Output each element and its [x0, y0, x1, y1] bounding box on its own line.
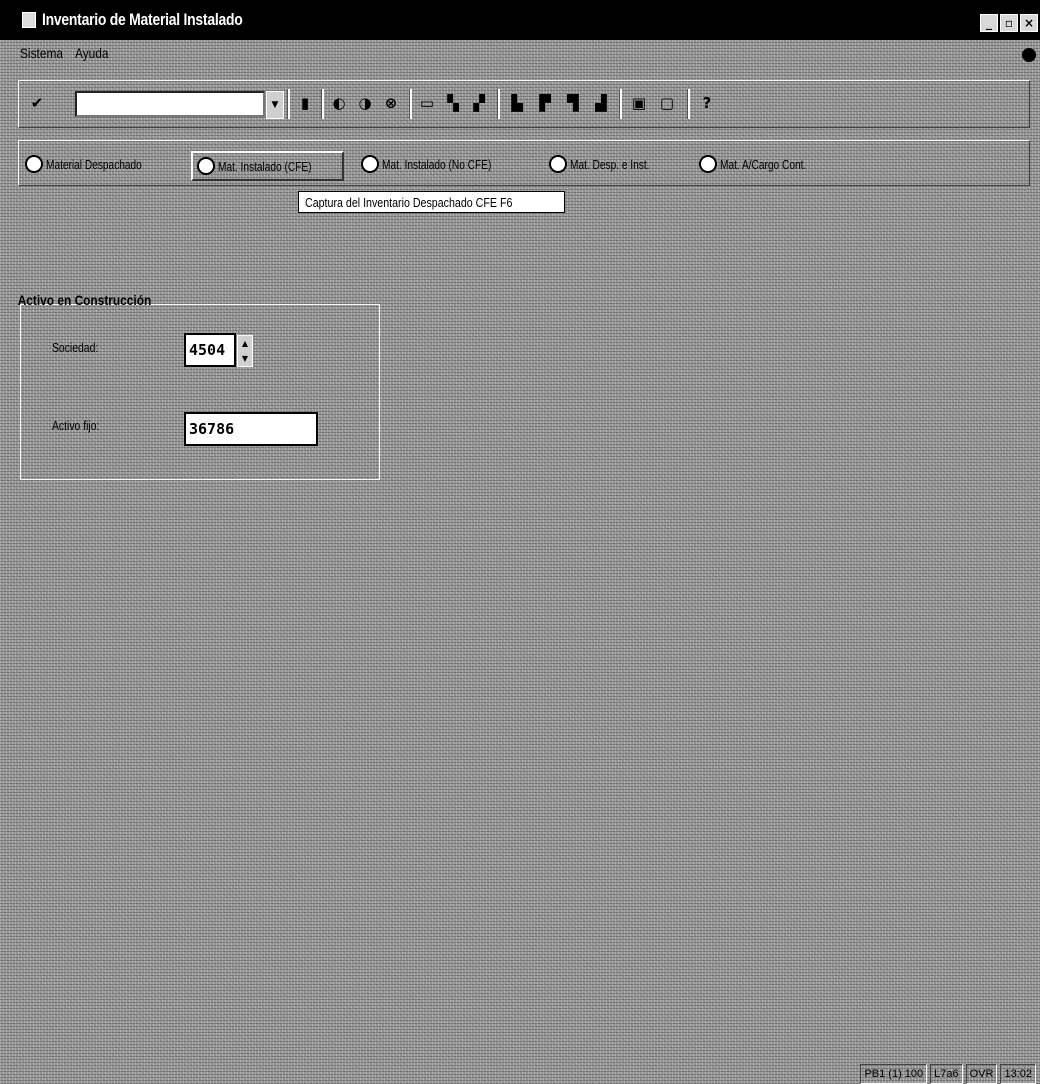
- sap-status-icon[interactable]: [1022, 48, 1036, 62]
- status-time: 13:02: [1000, 1064, 1036, 1084]
- toolbar-separator: [321, 89, 324, 119]
- find-icon[interactable]: ▚: [443, 93, 463, 113]
- next-page-icon[interactable]: ▜: [563, 93, 583, 113]
- activo-en-construccion-group: [20, 304, 380, 480]
- tab-mat-desp-e-inst[interactable]: Mat. Desp. e Inst.: [549, 151, 672, 177]
- maximize-icon[interactable]: ▫: [1000, 14, 1018, 32]
- shortcut-icon[interactable]: ▢: [657, 93, 677, 113]
- clock-icon: [549, 155, 567, 173]
- application-toolbar: Material Despachado Mat. Instalado (CFE)…: [18, 140, 1030, 186]
- command-field[interactable]: [75, 91, 265, 117]
- previous-page-icon[interactable]: ▛: [535, 93, 555, 113]
- toolbar-separator: [687, 89, 690, 119]
- tab-label: Mat. Instalado (No CFE): [382, 156, 492, 172]
- standard-toolbar: ✔ ▼ ▮ ◐ ◑ ⊗ ▭ ▚ ▞ ▙ ▛ ▜ ▟ ▣ ▢ ?: [18, 80, 1030, 128]
- clock-icon: [699, 155, 717, 173]
- activo-fijo-field[interactable]: 36786: [184, 412, 318, 446]
- status-server: L7a6: [930, 1064, 963, 1084]
- sociedad-search-help-icon[interactable]: ▲ ▼: [237, 335, 253, 367]
- activo-fijo-label: Activo fijo:: [52, 418, 100, 433]
- minimize-icon[interactable]: _: [980, 14, 998, 32]
- tab-material-despachado[interactable]: Material Despachado: [25, 151, 169, 177]
- clock-icon: [197, 157, 215, 175]
- exit-icon[interactable]: ◑: [355, 93, 375, 113]
- toolbar-separator: [497, 89, 500, 119]
- cancel-icon[interactable]: ⊗: [381, 93, 401, 113]
- tab-mat-a-cargo-cont[interactable]: Mat. A/Cargo Cont.: [699, 151, 831, 177]
- clock-icon: [25, 155, 43, 173]
- window-title: Inventario de Material Instalado: [42, 10, 243, 29]
- status-bar: PB1 (1) 100 L7a6 OVR 13:02: [0, 1058, 1040, 1084]
- last-page-icon[interactable]: ▟: [591, 93, 611, 113]
- title-bar: Inventario de Material Instalado _ ▫ ×: [0, 0, 1040, 40]
- status-mode: OVR: [965, 1064, 998, 1084]
- enter-checkmark-icon[interactable]: ✔: [27, 93, 47, 113]
- print-icon[interactable]: ▭: [417, 93, 437, 113]
- first-page-icon[interactable]: ▙: [507, 93, 527, 113]
- tab-label: Mat. A/Cargo Cont.: [720, 156, 807, 172]
- save-icon[interactable]: ▮: [295, 93, 315, 113]
- menu-bar: Sistema Ayuda: [0, 42, 1040, 64]
- tab-label: Mat. Instalado (CFE): [218, 158, 312, 174]
- app-icon[interactable]: [22, 12, 36, 28]
- group-title: Activo en Construcción: [17, 292, 152, 308]
- toolbar-separator: [409, 89, 412, 119]
- clock-icon: [361, 155, 379, 173]
- tooltip-text: Captura del Inventario Despachado CFE F6: [305, 194, 513, 210]
- back-icon[interactable]: ◐: [329, 93, 349, 113]
- window-controls: _ ▫ ×: [980, 14, 1038, 32]
- command-field-dropdown-icon[interactable]: ▼: [266, 91, 284, 119]
- tooltip: Captura del Inventario Despachado CFE F6: [298, 191, 565, 213]
- create-session-icon[interactable]: ▣: [629, 93, 649, 113]
- close-icon[interactable]: ×: [1020, 14, 1038, 32]
- sociedad-label: Sociedad:: [52, 340, 99, 355]
- tab-label: Mat. Desp. e Inst.: [570, 156, 650, 172]
- find-next-icon[interactable]: ▞: [469, 93, 489, 113]
- menu-sistema[interactable]: Sistema: [20, 45, 63, 61]
- sociedad-field[interactable]: 4504: [184, 333, 236, 367]
- tab-mat-instalado-cfe[interactable]: Mat. Instalado (CFE): [191, 151, 344, 181]
- toolbar-separator: [287, 89, 290, 119]
- status-system: PB1 (1) 100: [860, 1064, 928, 1084]
- menu-ayuda[interactable]: Ayuda: [75, 45, 109, 61]
- toolbar-separator: [619, 89, 622, 119]
- help-icon[interactable]: ?: [697, 93, 717, 113]
- tab-label: Material Despachado: [46, 156, 142, 172]
- tab-mat-instalado-no-cfe[interactable]: Mat. Instalado (No CFE): [361, 151, 522, 177]
